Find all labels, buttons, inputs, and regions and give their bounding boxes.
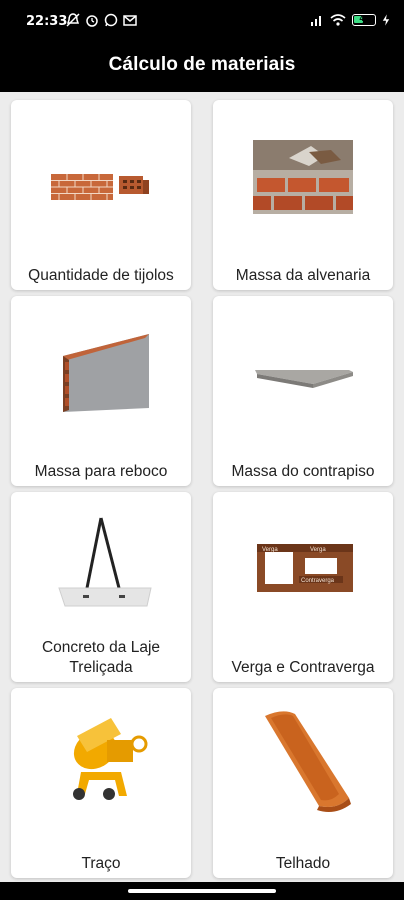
card-telhado[interactable]: Telhado — [213, 688, 393, 878]
battery-level: 40 — [359, 14, 369, 23]
alarm-icon — [86, 15, 98, 27]
app-bar: Cálculo de materiais — [0, 42, 404, 92]
status-right-icons: 40 — [310, 12, 390, 28]
card-label: Telhado — [275, 855, 331, 872]
card-massa-reboco[interactable]: Massa para reboco — [11, 296, 191, 486]
wifi-icon — [330, 14, 346, 26]
navigation-bar — [0, 882, 404, 900]
floor-slab-icon — [255, 370, 353, 388]
card-verga-contraverga[interactable]: Verga Verga Contraverga Verga e Contrave… — [213, 492, 393, 682]
page-title: Cálculo de materiais — [108, 54, 296, 75]
card-quantidade-tijolos[interactable]: Quantidade de tijolos — [11, 100, 191, 290]
card-massa-alvenaria[interactable]: Massa da alvenaria — [213, 100, 393, 290]
plaster-wall-icon — [63, 334, 149, 412]
signal-icon — [311, 16, 321, 26]
card-label: Massa da alvenaria — [235, 267, 371, 284]
lintel-label-left: Verga — [262, 547, 278, 553]
concrete-mixer-icon — [73, 718, 148, 800]
card-label: Quantidade de tijolos — [28, 267, 174, 284]
status-left-icons — [66, 12, 137, 28]
lattice-slab-icon — [58, 517, 152, 607]
card-traco[interactable]: Traço — [11, 688, 191, 878]
mute-bell-icon — [66, 13, 80, 27]
home-gesture-handle[interactable] — [128, 889, 276, 893]
roof-tile-icon — [265, 711, 351, 812]
masonry-wall-icon — [253, 140, 353, 214]
card-label: Concreto da Laje Treliçada — [41, 639, 161, 676]
status-bar: 22:33 40 — [0, 0, 404, 42]
lintel-icon: Verga Verga Contraverga — [257, 544, 353, 592]
lintel-label-bottom: Contraverga — [301, 578, 335, 584]
card-label: Massa para reboco — [34, 463, 168, 480]
charging-icon — [382, 14, 390, 26]
card-label: Traço — [81, 855, 121, 872]
bricks-icon — [51, 174, 149, 200]
battery-icon: 40 — [352, 14, 376, 26]
card-concreto-laje[interactable]: Concreto da Laje Treliçada — [11, 492, 191, 682]
lintel-label-right: Verga — [310, 547, 326, 553]
status-time: 22:33 — [26, 14, 68, 29]
whatsapp-icon — [104, 13, 118, 27]
card-label: Massa do contrapiso — [231, 463, 375, 480]
card-label: Verga e Contraverga — [231, 659, 375, 676]
gmail-icon — [123, 15, 137, 26]
card-massa-contrapiso[interactable]: Massa do contrapiso — [213, 296, 393, 486]
